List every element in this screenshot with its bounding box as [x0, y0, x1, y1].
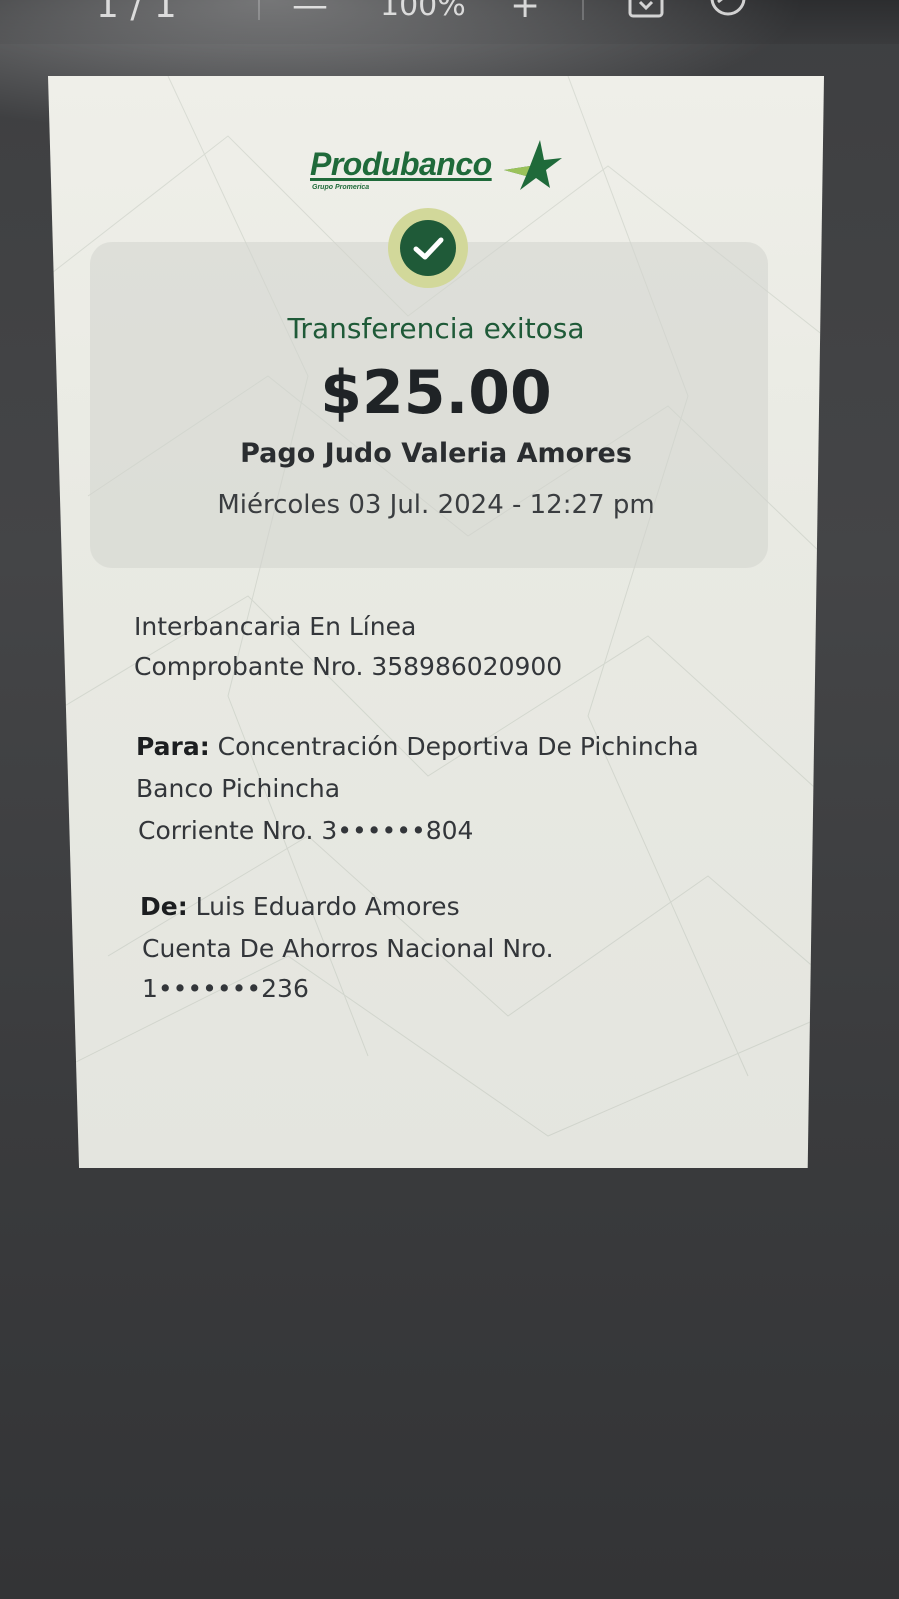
download-icon[interactable] — [626, 0, 666, 20]
transfer-receipt: Produbanco Grupo Promerica Transferencia… — [48, 76, 824, 1168]
receipt-number: Comprobante Nro. 358986020900 — [134, 652, 563, 681]
logo-wordmark: Produbanco — [310, 146, 492, 182]
recipient-bank: Banco Pichincha — [136, 774, 341, 803]
page-indicator: 1 / 1 — [96, 0, 177, 26]
check-circle-icon — [388, 208, 468, 288]
logo-subtitle: Grupo Promerica — [312, 184, 370, 191]
toolbar-divider — [582, 0, 584, 20]
zoom-out-button[interactable]: — — [292, 0, 328, 26]
sender-account-number: 1•••••••236 — [142, 974, 309, 1003]
zoom-in-button[interactable]: + — [510, 0, 540, 26]
status-title: Transferencia exitosa — [287, 312, 585, 345]
transfer-concept: Pago Judo Valeria Amores — [240, 438, 632, 469]
transfer-datetime: Miércoles 03 Jul. 2024 - 12:27 pm — [217, 490, 655, 520]
zoom-level: 100% — [380, 0, 466, 23]
star-logo-icon — [504, 140, 562, 190]
sender-line: De: Luis Eduardo Amores — [140, 892, 460, 921]
produbanco-logo: Produbanco Grupo Promerica — [310, 136, 570, 206]
recipient-name: Concentración Deportiva De Pichincha — [217, 732, 699, 761]
recipient-line: Para: Concentración Deportiva De Pichinc… — [136, 732, 699, 761]
sender-label: De: — [140, 892, 188, 921]
recipient-account: Corriente Nro. 3••••••804 — [138, 816, 474, 845]
sender-name: Luis Eduardo Amores — [195, 892, 460, 921]
transfer-type: Interbancaria En Línea — [134, 612, 417, 641]
toolbar-divider — [258, 0, 260, 20]
transfer-amount: $25.00 — [320, 358, 552, 428]
sender-account-type: Cuenta De Ahorros Nacional Nro. — [142, 934, 554, 963]
pdf-viewer-toolbar: 1 / 1 — 100% + — [0, 0, 899, 44]
annotate-icon[interactable] — [708, 0, 748, 20]
recipient-label: Para: — [136, 732, 210, 761]
